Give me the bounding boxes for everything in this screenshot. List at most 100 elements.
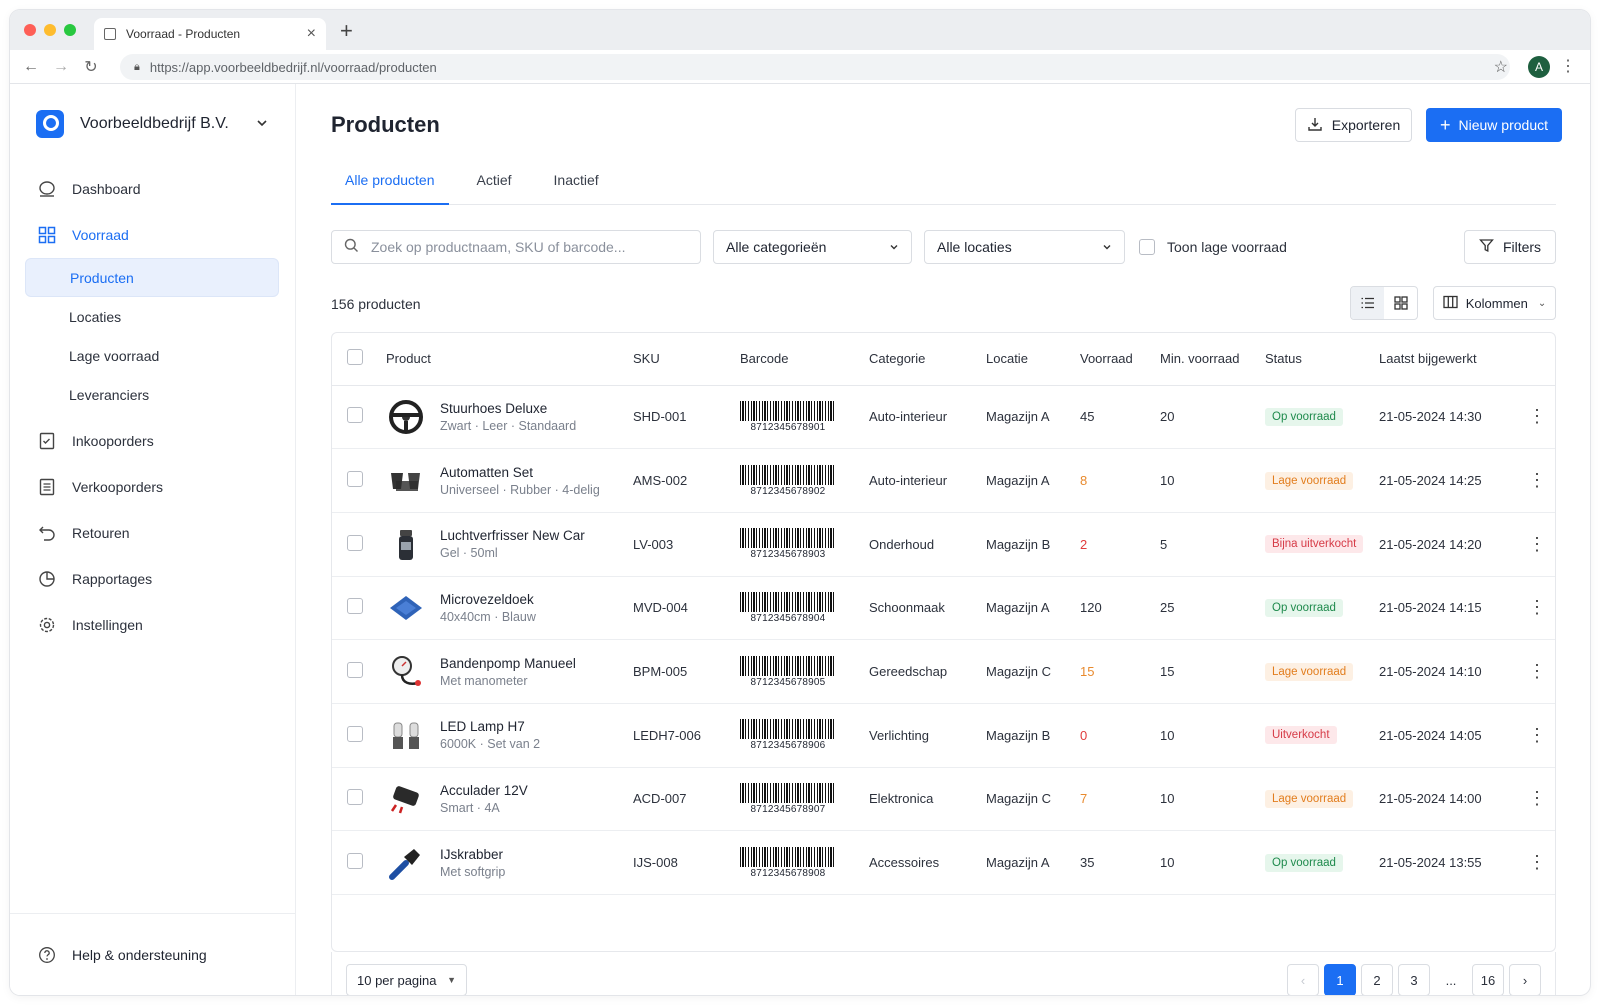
row-checkbox[interactable] <box>347 471 363 488</box>
col-header-product[interactable]: Product <box>386 333 633 386</box>
row-menu-icon[interactable]: ⋮ <box>1519 852 1555 873</box>
product-cell[interactable]: Luchtverfrisser New Car Gel · 50ml <box>386 524 633 564</box>
col-header-status[interactable]: Status <box>1265 333 1379 386</box>
select-all-checkbox[interactable] <box>347 349 363 366</box>
location-select[interactable]: Alle locaties <box>924 230 1125 264</box>
table-row[interactable]: IJskrabber Met softgrip IJS-008 87123456789… <box>332 831 1555 895</box>
row-menu-icon[interactable]: ⋮ <box>1519 470 1555 491</box>
columns-button[interactable]: Kolommen ⌄ <box>1433 286 1556 320</box>
reload-icon[interactable]: ↻ <box>76 57 106 77</box>
sidebar-item-retouren[interactable]: Retouren <box>10 510 295 556</box>
page-2-button[interactable]: 2 <box>1361 964 1393 995</box>
search-input[interactable]: Zoek op productnaam, SKU of barcode... <box>331 230 701 264</box>
barcode-number: 8712345678907 <box>750 803 826 815</box>
sidebar-item-dashboard[interactable]: Dashboard <box>10 166 295 212</box>
sidebar-subitem-leveranciers[interactable]: Leveranciers <box>25 375 279 414</box>
next-page-icon[interactable]: › <box>1509 964 1541 995</box>
col-header-laatst-bijgewerkt[interactable]: Laatst bijgewerkt <box>1379 333 1519 386</box>
tab-alle-producten[interactable]: Alle producten <box>331 172 449 205</box>
sidebar-item-label: Inkooporders <box>72 433 154 449</box>
stock-cell: 2 <box>1080 536 1088 552</box>
product-cell[interactable]: IJskrabber Met softgrip <box>386 843 633 883</box>
filters-button[interactable]: Filters <box>1464 230 1556 264</box>
product-description: Smart · 4A <box>440 800 500 815</box>
row-checkbox[interactable] <box>347 598 363 615</box>
table-row[interactable]: Luchtverfrisser New Car Gel · 50ml LV-003 8… <box>332 512 1555 577</box>
low-stock-toggle[interactable]: Toon lage voorraad <box>1139 239 1287 255</box>
table-row[interactable]: Acculader 12V Smart · 4A ACD-007 8712345678… <box>332 767 1555 831</box>
new-product-button[interactable]: + Nieuw product <box>1426 108 1562 142</box>
help-support-link[interactable]: Help & ondersteuning <box>10 913 295 995</box>
col-header-categorie[interactable]: Categorie <box>869 333 986 386</box>
url-field[interactable]: 🔒︎ https://app.voorbeeldbedrijf.nl/voorr… <box>120 54 1510 80</box>
row-menu-icon[interactable]: ⋮ <box>1519 725 1555 746</box>
product-cell[interactable]: Automatten Set Universeel · Rubber · 4-de… <box>386 461 633 501</box>
table-row[interactable]: Stuurhoes Deluxe Zwart · Leer · Standaard… <box>332 385 1555 449</box>
sidebar-nav: Dashboard Voorraad Producten Locaties La… <box>10 164 295 648</box>
per-page-select[interactable]: 10 per pagina ▼ <box>346 964 467 995</box>
browser-menu-icon[interactable]: ⋮ <box>1560 56 1576 76</box>
row-checkbox[interactable] <box>347 725 363 742</box>
row-menu-icon[interactable]: ⋮ <box>1519 597 1555 618</box>
page-3-button[interactable]: 3 <box>1398 964 1430 995</box>
new-tab-button[interactable]: + <box>340 18 353 44</box>
per-page-value: 10 per pagina <box>357 972 437 988</box>
minimize-window-button[interactable] <box>44 24 56 36</box>
product-description: Met manometer <box>440 673 528 688</box>
row-checkbox[interactable] <box>347 662 363 679</box>
tab-actief[interactable]: Actief <box>463 172 526 205</box>
row-menu-icon[interactable]: ⋮ <box>1519 406 1555 427</box>
col-header-barcode[interactable]: Barcode <box>740 333 869 386</box>
page-1-button[interactable]: 1 <box>1324 964 1356 995</box>
row-checkbox[interactable] <box>347 534 363 551</box>
close-window-button[interactable] <box>24 24 36 36</box>
forward-icon[interactable]: → <box>46 58 76 76</box>
back-icon[interactable]: ← <box>16 58 46 76</box>
updated-cell: 21-05-2024 14:05 <box>1379 727 1482 743</box>
row-checkbox[interactable] <box>347 407 363 424</box>
tab-inactief[interactable]: Inactief <box>540 172 613 205</box>
sidebar-item-voorraad[interactable]: Voorraad <box>10 212 295 258</box>
profile-avatar[interactable]: A <box>1528 56 1550 78</box>
sidebar-item-rapportages[interactable]: Rapportages <box>10 556 295 602</box>
col-header-voorraad[interactable]: Voorraad <box>1080 333 1160 386</box>
product-description: 6000K · Set van 2 <box>440 737 541 752</box>
product-cell[interactable]: Stuurhoes Deluxe Zwart · Leer · Standaard <box>386 397 633 437</box>
sidebar-item-inkooporders[interactable]: Inkooporders <box>10 418 295 464</box>
export-button[interactable]: Exporteren <box>1295 108 1412 142</box>
page-16-button[interactable]: 16 <box>1472 964 1504 995</box>
low-stock-checkbox[interactable] <box>1139 239 1155 255</box>
sku-cell: MVD-004 <box>633 600 688 616</box>
table-row[interactable]: Microvezeldoek 40x40cm · Blauw MVD-004 8712… <box>332 576 1555 640</box>
table-row[interactable]: Bandenpomp Manueel Met manometer BPM-005 87… <box>332 640 1555 704</box>
sidebar-item-verkooporders[interactable]: Verkooporders <box>10 464 295 510</box>
row-checkbox[interactable] <box>347 853 363 870</box>
product-cell[interactable]: Microvezeldoek 40x40cm · Blauw <box>386 588 633 628</box>
sidebar-subitem-lage-voorraad[interactable]: Lage voorraad <box>25 336 279 375</box>
product-cell[interactable]: LED Lamp H7 6000K · Set van 2 <box>386 715 633 755</box>
table-row[interactable]: Automatten Set Universeel · Rubber · 4-de… <box>332 449 1555 513</box>
row-checkbox[interactable] <box>347 789 363 806</box>
product-cell[interactable]: Bandenpomp Manueel Met manometer <box>386 652 633 692</box>
sidebar-subitem-locaties[interactable]: Locaties <box>25 297 279 336</box>
category-cell: Schoonmaak <box>869 600 945 616</box>
org-switcher[interactable]: Voorbeeldbedrijf B.V. <box>10 84 295 164</box>
sidebar-subitem-producten[interactable]: Producten <box>25 258 279 297</box>
row-menu-icon[interactable]: ⋮ <box>1519 534 1555 555</box>
row-menu-icon[interactable]: ⋮ <box>1519 788 1555 809</box>
list-view-icon[interactable] <box>1351 287 1384 319</box>
grid-view-icon[interactable] <box>1384 287 1417 319</box>
sidebar-item-instellingen[interactable]: Instellingen <box>10 602 295 648</box>
table-row[interactable]: LED Lamp H7 6000K · Set van 2 LEDH7-006 871… <box>332 703 1555 768</box>
col-header-sku[interactable]: SKU <box>633 333 740 386</box>
category-select[interactable]: Alle categorieën <box>713 230 912 264</box>
product-cell[interactable]: Acculader 12V Smart · 4A <box>386 779 633 819</box>
prev-page-icon[interactable]: ‹ <box>1287 964 1319 995</box>
col-header-min-voorraad[interactable]: Min. voorraad <box>1160 333 1265 386</box>
bookmark-star-icon[interactable]: ☆ <box>1494 57 1508 77</box>
browser-tab[interactable]: Voorraad - Producten × <box>94 18 326 50</box>
close-tab-icon[interactable]: × <box>307 25 316 43</box>
col-header-locatie[interactable]: Locatie <box>986 333 1080 386</box>
row-menu-icon[interactable]: ⋮ <box>1519 661 1555 682</box>
maximize-window-button[interactable] <box>64 24 76 36</box>
